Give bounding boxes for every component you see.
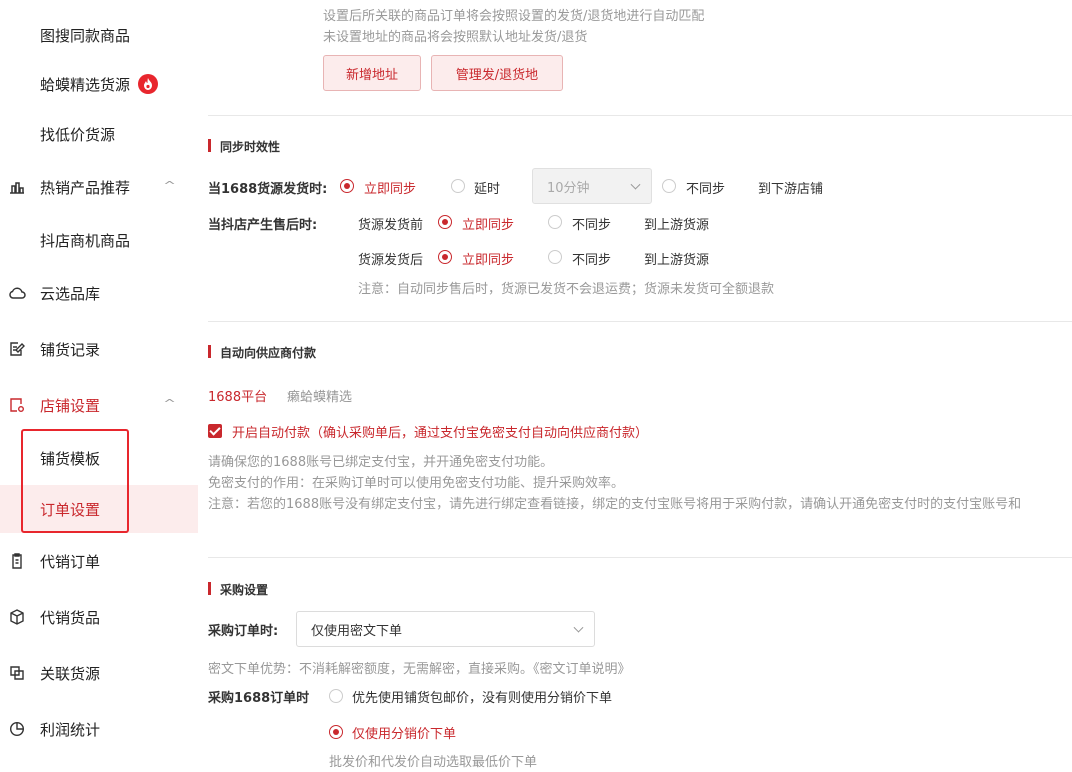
sync-1688-label: 当1688货源发货时: [208, 182, 328, 197]
sidebar-item-label: 铺货记录 [40, 340, 101, 359]
autopay-section-title: 自动向供应商付款 [208, 344, 316, 361]
cipher-order-note: 密文下单优势：不消耗解密额度，无需解密，直接采购。《密文订单说明》 [208, 662, 631, 677]
sidebar-item-label: 图搜同款商品 [40, 26, 131, 45]
radio-after-no-sync[interactable] [548, 250, 562, 264]
sidebar-item-label: 利润统计 [40, 720, 101, 739]
cloud-icon [8, 284, 26, 302]
upstream-target-label: 到上游货源 [644, 253, 710, 268]
autopay-warning: 注意：若您的1688账号没有绑定支付宝，请先进行绑定查看链接，绑定的支付宝账号将… [208, 497, 1022, 512]
hot-fire-icon [138, 74, 159, 94]
sync-target-label: 到下游店铺 [758, 182, 824, 197]
store-settings-icon [8, 396, 26, 414]
sync-section-title: 同步时效性 [208, 138, 280, 155]
sidebar-item-consign-goods[interactable]: 代销货品 [0, 595, 198, 639]
sync-note: 注意：自动同步售后时，货源已发货不会退运费；货源未发货可全额退款 [358, 282, 775, 297]
divider [208, 321, 1072, 322]
sidebar-item-linked-sources[interactable]: 关联货源 [0, 651, 198, 695]
package-icon [8, 608, 26, 626]
option-label: 立即同步 [364, 182, 417, 197]
sidebar-item-label: 代销货品 [40, 608, 101, 627]
radio-delay-sync[interactable] [451, 179, 465, 193]
purchase-order-label: 采购订单时: [208, 624, 279, 639]
radio-before-no-sync[interactable] [548, 215, 562, 229]
autopay-note: 请确保您的1688账号已绑定支付宝，并开通免密支付功能。 [208, 455, 554, 470]
sidebar-item-label: 找低价货源 [40, 125, 116, 144]
delay-time-select: 10分钟 [532, 168, 652, 204]
sidebar-item-cloud-library[interactable]: 云选品库 [0, 271, 198, 315]
tab-toad-selected[interactable]: 癞蛤蟆精选 [287, 386, 352, 405]
bar-chart-icon [8, 178, 26, 196]
sidebar-item-label: 热销产品推荐 [40, 178, 131, 197]
sidebar-item-opportunity[interactable]: 抖店商机商品 [0, 218, 198, 262]
sidebar-item-consign-orders[interactable]: 代销订单 [0, 539, 198, 583]
chevron-down-icon [630, 179, 641, 190]
price-note: 批发价和代发价自动选取最低价下单 [329, 755, 538, 770]
manage-address-button[interactable]: 管理发/退货地 [431, 55, 563, 91]
sidebar-item-store-settings[interactable]: 店铺设置 ^ [0, 383, 198, 427]
sync-aftersale-label: 当抖店产生售后时: [208, 218, 318, 233]
sidebar-item-listing-records[interactable]: 铺货记录 [0, 327, 198, 371]
after-ship-label: 货源发货后 [358, 253, 424, 268]
sidebar-item-profit-stats[interactable]: 利润统计 [0, 707, 198, 751]
address-note: 设置后所关联的商品订单将会按照设置的发货/退货地进行自动匹配 [323, 9, 705, 24]
pie-chart-icon [8, 720, 26, 738]
sidebar-item-label: 关联货源 [40, 664, 101, 683]
radio-distribution-price[interactable] [329, 725, 343, 739]
auto-pay-label: 开启自动付款（确认采购单后，通过支付宝免密支付自动向供应商付款） [232, 426, 649, 441]
chevron-down-icon [573, 622, 584, 633]
option-label: 仅使用分销价下单 [352, 727, 457, 742]
sidebar-item-low-price[interactable]: 找低价货源 [0, 112, 198, 156]
radio-before-immediate[interactable] [438, 215, 452, 229]
radio-prefer-free-shipping[interactable] [329, 689, 343, 703]
tab-1688-platform[interactable]: 1688平台 [208, 386, 267, 405]
sidebar: 图搜同款商品 蛤蟆精选货源 找低价货源 热销产品推荐 ^ 抖店商机商品 云选品库… [0, 0, 198, 772]
sidebar-item-label: 店铺设置 [40, 396, 101, 415]
link-squares-icon [8, 664, 26, 682]
edit-document-icon [8, 340, 26, 358]
auto-pay-checkbox[interactable] [208, 424, 222, 438]
highlight-box [21, 429, 129, 533]
clipboard-icon [8, 552, 26, 570]
radio-immediate-sync[interactable] [340, 179, 354, 193]
sidebar-item-image-search[interactable]: 图搜同款商品 [0, 13, 198, 57]
divider [208, 115, 1072, 116]
divider [208, 557, 1072, 558]
autopay-note: 免密支付的作用：在采购订单时可以使用免密支付功能、提升采购效率。 [208, 476, 625, 491]
select-value: 10分钟 [547, 180, 590, 196]
address-default-note: 未设置地址的商品将会按照默认地址发货/退货 [323, 30, 588, 45]
radio-after-immediate[interactable] [438, 250, 452, 264]
add-address-button[interactable]: 新增地址 [323, 55, 421, 91]
upstream-target-label: 到上游货源 [644, 218, 710, 233]
main-content: 设置后所关联的商品订单将会按照设置的发货/退货地进行自动匹配 未设置地址的商品将… [198, 0, 1072, 772]
sidebar-item-label: 抖店商机商品 [40, 231, 131, 250]
before-ship-label: 货源发货前 [358, 218, 424, 233]
sidebar-item-label: 云选品库 [40, 284, 101, 303]
select-value: 仅使用密文下单 [311, 623, 403, 639]
option-label: 优先使用铺货包邮价，没有则使用分销价下单 [352, 691, 613, 706]
sidebar-item-hot-products[interactable]: 热销产品推荐 ^ [0, 165, 198, 209]
chevron-up-icon: ^ [163, 179, 177, 192]
radio-no-sync[interactable] [662, 179, 676, 193]
option-label: 不同步 [572, 218, 612, 233]
sidebar-item-label: 蛤蟆精选货源 [40, 75, 131, 94]
sidebar-item-label: 代销订单 [40, 552, 101, 571]
option-label: 不同步 [572, 253, 612, 268]
option-label: 延时 [474, 182, 501, 197]
option-label: 不同步 [686, 182, 726, 197]
option-label: 立即同步 [462, 253, 515, 268]
chevron-up-icon: ^ [163, 397, 177, 410]
purchase-mode-select[interactable]: 仅使用密文下单 [296, 611, 595, 647]
purchase-section-title: 采购设置 [208, 581, 268, 598]
sidebar-item-toad-selected[interactable]: 蛤蟆精选货源 [0, 62, 198, 106]
option-label: 立即同步 [462, 218, 515, 233]
purchase-1688-label: 采购1688订单时 [208, 691, 310, 706]
